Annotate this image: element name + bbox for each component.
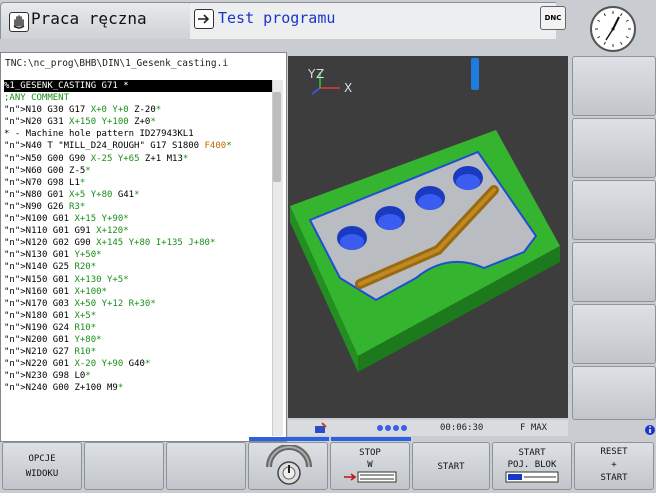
simulation-graphic: Y Z X [288,56,568,418]
stop-at-softkey[interactable]: STOP W [330,437,411,490]
softkey-bottom-2[interactable] [84,442,164,490]
program-line[interactable]: ;ANY COMMENT [4,92,272,104]
program-test-arrow-icon [194,9,214,29]
dnc-badge[interactable]: DNC [540,6,566,30]
mode-tab-program-test[interactable]: Test programu [190,2,556,39]
program-line[interactable]: "n">N220 G01 X-20 Y+90 G40* [4,358,272,370]
program-line[interactable]: "n">N50 G00 G90 X-25 Y+65 Z+1 M13* [4,153,272,165]
view-options-softkey[interactable]: OPCJE WIDOKU [2,442,82,490]
program-line[interactable]: "n">N240 G00 Z+100 M9* [4,382,272,394]
active-indicator [249,437,329,441]
softkey-bottom-3[interactable] [166,442,246,490]
workpiece [290,130,560,372]
stop-line1: STOP [359,448,381,458]
program-path: TNC:\nc_prog\BHB\DIN\1_Gesenk_casting.i [5,58,229,69]
reset-start-softkey[interactable]: RESET + START [574,442,654,490]
softkey-right-1[interactable] [572,56,656,116]
program-line[interactable]: "n">N140 G25 R20* [4,261,272,273]
hand-icon [9,12,29,32]
reset-line1: RESET [600,447,628,457]
simulation-speed-softkey[interactable] [248,437,329,490]
program-line[interactable]: "n">N150 G01 X+130 Y+5* [4,274,272,286]
program-line[interactable]: "n">N60 G00 Z-5* [4,165,272,177]
axis-z-label: Z [316,67,324,81]
stop-line2: W [367,460,373,470]
mode-tab-manual[interactable]: Praca ręczna [0,2,192,39]
view-options-line2: WIDOKU [25,469,59,479]
sub-mode-label: Test programu [218,9,336,27]
single-block-start-softkey[interactable]: START POJ. BLOK [492,442,572,490]
program-line[interactable]: "n">N130 G01 Y+50* [4,249,272,261]
softkey-right-2[interactable] [572,118,656,178]
program-line[interactable]: "n">N110 G01 G91 X+120* [4,225,272,237]
mode-label: Praca ręczna [31,9,147,28]
progress-dots-icon [377,425,407,431]
axis-triad-icon: Y Z X [307,67,352,95]
program-line[interactable]: * - Machine hole pattern ID27943KL1 [4,128,272,140]
program-line[interactable]: "n">N90 G26 R3* [4,201,272,213]
program-line[interactable]: "n">N120 G02 G90 X+145 Y+80 I+135 J+80* [4,237,272,249]
program-line[interactable]: "n">N20 G31 X+150 Y+100 Z+0* [4,116,272,128]
program-line[interactable]: %1_GESENK_CASTING G71 * [4,80,272,93]
program-line[interactable]: "n">N170 G03 X+50 Y+12 R+30* [4,298,272,310]
tool-position-icon [315,422,327,433]
start-label: START [437,462,465,472]
program-line[interactable]: "n">N210 G27 R10* [4,346,272,358]
single-block-line1: START [518,448,546,458]
softkey-right-4[interactable] [572,242,656,302]
axis-y-label: Y [307,67,316,81]
program-line[interactable]: "n">N190 G24 R10* [4,322,272,334]
status-bar: 00:06:30 F MAX [288,420,568,436]
program-line[interactable]: "n">N40 T "MILL_D24_ROUGH" G17 S1800 F40… [4,140,272,152]
softkey-right-6[interactable] [572,366,656,420]
reset-line3: START [600,473,628,483]
program-line[interactable]: "n">N160 G01 X+100* [4,286,272,298]
info-icon[interactable] [644,422,656,436]
single-block-icon [505,471,559,483]
feed-rate: F MAX [520,423,548,433]
stop-at-block-icon [344,471,397,483]
program-scroll-thumb[interactable] [273,92,281,182]
single-block-line2: POJ. BLOK [507,460,557,470]
speed-dial-icon [266,445,312,485]
clock-icon [590,6,636,52]
program-line[interactable]: "n">N200 G01 Y+80* [4,334,272,346]
start-softkey[interactable]: START [412,442,490,490]
program-line[interactable]: "n">N100 G01 X+15 Y+90* [4,213,272,225]
tool-icon [471,58,479,90]
program-line[interactable]: "n">N230 G98 L0* [4,370,272,382]
program-line[interactable]: "n">N180 G01 X+5* [4,310,272,322]
active-indicator [331,437,411,441]
axis-x-label: X [344,81,352,95]
program-line[interactable]: "n">N10 G30 G17 X+0 Y+0 Z-20* [4,104,272,116]
reset-line2: + [611,460,617,470]
program-lines[interactable]: %1_GESENK_CASTING G71 * ;ANY COMMENT "n">N… [4,80,272,394]
softkey-right-5[interactable] [572,304,656,364]
program-line[interactable]: "n">N80 G01 X+5 Y+80 G41* [4,189,272,201]
program-line[interactable]: "n">N70 G98 L1* [4,177,272,189]
view-options-line1: OPCJE [28,454,56,464]
softkey-right-3[interactable] [572,180,656,240]
machining-time: 00:06:30 [440,423,484,433]
